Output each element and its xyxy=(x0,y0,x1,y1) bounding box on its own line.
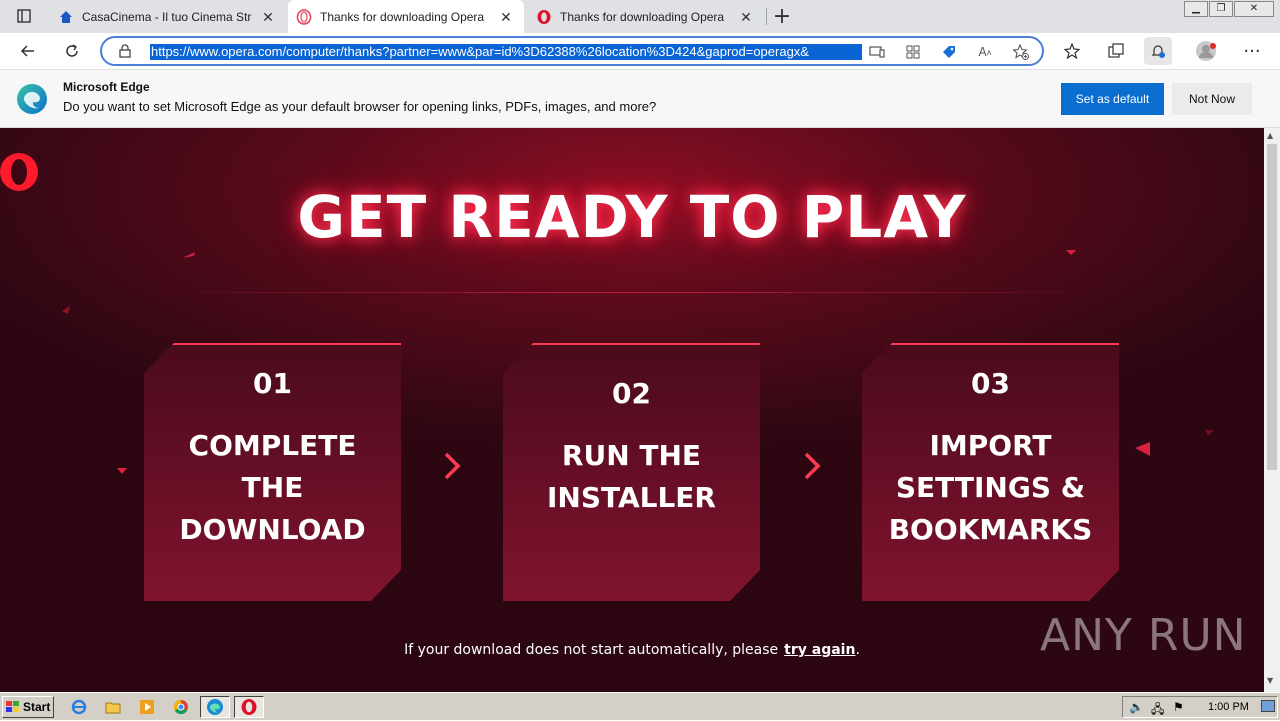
step-card-2: 02 RUN THE INSTALLER xyxy=(503,343,760,601)
tab-casacinema[interactable]: CasaCinema - Il tuo Cinema Streaming ✕ xyxy=(50,0,286,33)
edge-taskbar-icon[interactable] xyxy=(200,696,230,718)
opera-taskbar-icon[interactable] xyxy=(234,696,264,718)
step-text: IMPORT SETTINGS & BOOKMARKS xyxy=(888,429,1093,546)
scroll-thumb[interactable] xyxy=(1267,144,1277,470)
address-bar[interactable]: https://www.opera.com/computer/thanks?pa… xyxy=(100,36,1044,66)
more-menu-icon[interactable]: ··· xyxy=(1238,37,1266,65)
edge-logo-icon xyxy=(15,82,49,116)
coupon-tag-icon[interactable] xyxy=(940,43,958,61)
back-icon[interactable] xyxy=(14,37,42,65)
refresh-icon[interactable] xyxy=(58,37,86,65)
close-icon[interactable]: ✕ xyxy=(498,9,514,25)
tab-separator xyxy=(766,8,767,25)
page-title: GET READY TO PLAY xyxy=(297,183,967,251)
ie-icon[interactable] xyxy=(66,696,92,718)
chevron-right-icon xyxy=(444,452,461,480)
tab-opera-active[interactable]: Thanks for downloading Opera ✕ xyxy=(288,0,524,33)
set-as-default-button[interactable]: Set as default xyxy=(1061,83,1164,115)
taskbar: Start 🔈 🖧 ⚑ 1:00 PM xyxy=(0,692,1280,720)
scroll-up-icon[interactable]: ▲ xyxy=(1267,131,1273,140)
step-text: RUN THE INSTALLER xyxy=(547,439,716,514)
step-number: 03 xyxy=(971,367,1010,400)
chrome-icon[interactable] xyxy=(168,696,194,718)
close-icon[interactable]: ✕ xyxy=(260,9,276,25)
volume-icon[interactable]: 🔈 xyxy=(1129,700,1144,714)
try-again-link[interactable]: try again xyxy=(784,642,855,658)
minimize-icon[interactable]: ▁ xyxy=(1184,1,1208,17)
step-card-1: 01 COMPLETE THE DOWNLOAD xyxy=(144,343,401,601)
close-window-icon[interactable]: ✕ xyxy=(1234,1,1274,17)
collections-icon[interactable] xyxy=(1102,37,1130,65)
new-tab-icon[interactable]: + xyxy=(768,2,796,30)
divider xyxy=(140,292,1120,293)
tab-label: Thanks for downloading Opera xyxy=(320,9,485,24)
chevron-right-icon xyxy=(804,452,821,480)
lock-icon[interactable] xyxy=(118,44,132,58)
restore-icon[interactable]: ❐ xyxy=(1209,1,1233,17)
page-scrollbar[interactable]: ▲ ▼ xyxy=(1264,128,1280,692)
step-text: COMPLETE THE DOWNLOAD xyxy=(179,429,366,546)
media-player-icon[interactable] xyxy=(134,696,160,718)
url-input[interactable]: https://www.opera.com/computer/thanks?pa… xyxy=(150,44,862,60)
network-icon[interactable]: 🖧 xyxy=(1151,700,1164,721)
step-number: 02 xyxy=(612,377,651,410)
infobar-message: Do you want to set Microsoft Edge as you… xyxy=(63,99,657,114)
home-icon xyxy=(58,9,74,25)
app-available-icon[interactable] xyxy=(868,43,886,61)
default-browser-infobar: Microsoft Edge Do you want to set Micros… xyxy=(0,70,1280,128)
avatar[interactable] xyxy=(1192,37,1220,65)
anyrun-watermark: ANY RUN xyxy=(1040,610,1247,661)
clock: 1:00 PM xyxy=(1208,701,1249,713)
tab-opera-2[interactable]: Thanks for downloading Opera ✕ xyxy=(528,0,764,33)
notifications-icon[interactable] xyxy=(1144,37,1172,65)
tab-actions-icon[interactable] xyxy=(10,2,38,30)
folder-icon[interactable] xyxy=(100,696,126,718)
step-number: 01 xyxy=(253,367,292,400)
close-icon[interactable]: ✕ xyxy=(738,9,754,25)
favorites-icon[interactable] xyxy=(1058,37,1086,65)
grid-icon[interactable] xyxy=(904,43,922,61)
infobar-title: Microsoft Edge xyxy=(63,80,150,94)
tab-strip: CasaCinema - Il tuo Cinema Streaming ✕ T… xyxy=(0,0,1280,33)
tab-label: CasaCinema - Il tuo Cinema Streaming xyxy=(82,9,252,24)
tab-label: Thanks for downloading Opera xyxy=(560,9,725,24)
scroll-down-icon[interactable]: ▼ xyxy=(1267,676,1273,685)
opera-icon xyxy=(296,8,312,25)
page-content: GET READY TO PLAY 01 COMPLETE THE DOWNLO… xyxy=(0,128,1264,692)
read-aloud-icon[interactable]: Aʌ xyxy=(976,43,994,61)
browser-toolbar: https://www.opera.com/computer/thanks?pa… xyxy=(0,33,1280,70)
show-desktop-icon[interactable] xyxy=(1261,700,1275,712)
start-button[interactable]: Start xyxy=(2,696,54,718)
opera-icon xyxy=(536,9,552,25)
step-card-3: 03 IMPORT SETTINGS & BOOKMARKS xyxy=(862,343,1119,601)
add-favorite-icon[interactable] xyxy=(1012,43,1030,61)
system-tray: 🔈 🖧 ⚑ xyxy=(1122,696,1278,718)
flag-icon[interactable]: ⚑ xyxy=(1173,700,1184,714)
not-now-button[interactable]: Not Now xyxy=(1172,83,1252,115)
windows-logo-icon xyxy=(6,701,20,713)
